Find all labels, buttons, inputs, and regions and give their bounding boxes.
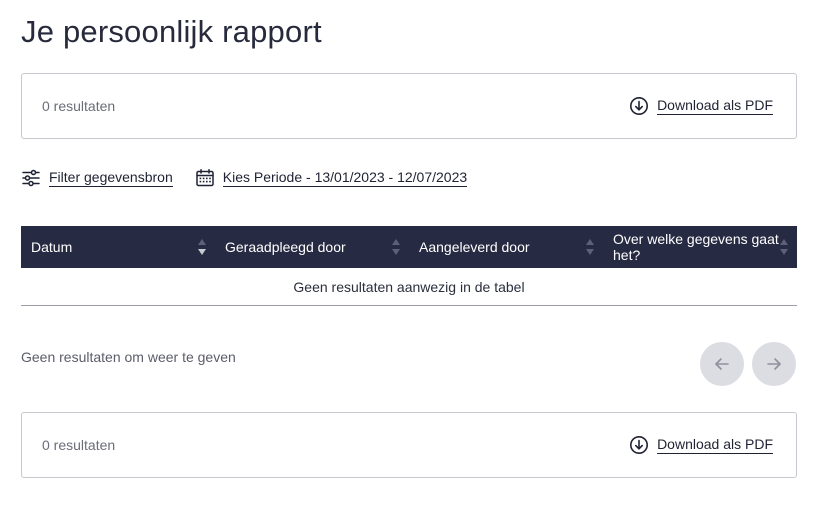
sort-icon — [198, 239, 206, 255]
results-bar-bottom: 0 resultaten Download als PDF — [21, 412, 797, 478]
download-circle-icon — [630, 97, 649, 115]
period-picker-button[interactable]: Kies Periode - 13/01/2023 - 12/07/2023 — [195, 168, 468, 188]
download-pdf-button[interactable]: Download als PDF — [629, 435, 773, 455]
filter-bar: Filter gegevensbron Kies Periode - 13/01… — [21, 168, 489, 188]
results-bar-top: 0 resultaten Download als PDF — [21, 73, 797, 139]
pagination — [700, 342, 796, 386]
next-page-button[interactable] — [752, 342, 796, 386]
column-header-datum[interactable]: Datum — [21, 226, 215, 268]
period-picker-label: Kies Periode - 13/01/2023 - 12/07/2023 — [222, 169, 468, 187]
result-count: 0 resultaten — [42, 437, 116, 453]
page-title: Je persoonlijk rapport — [21, 14, 322, 49]
report-table: Datum Geraadpleegd door Aangeleverd door… — [21, 226, 797, 306]
download-pdf-button[interactable]: Download als PDF — [629, 96, 773, 116]
column-header-label: Over welke gegevens gaat het? — [613, 231, 779, 263]
arrow-left-icon — [715, 358, 729, 370]
table-empty-row: Geen resultaten aanwezig in de tabel — [21, 268, 797, 306]
sort-icon — [586, 239, 594, 255]
column-header-label: Aangeleverd door — [419, 239, 530, 255]
download-pdf-label: Download als PDF — [657, 97, 773, 115]
previous-page-button[interactable] — [700, 342, 744, 386]
column-header-geraadpleegd-door[interactable]: Geraadpleegd door — [215, 226, 409, 268]
table-empty-message: Geen resultaten aanwezig in de tabel — [293, 278, 525, 295]
table-header: Datum Geraadpleegd door Aangeleverd door… — [21, 226, 797, 268]
sliders-icon — [22, 169, 40, 187]
sort-icon — [392, 239, 400, 255]
result-count: 0 resultaten — [42, 98, 116, 114]
filter-source-button[interactable]: Filter gegevensbron — [21, 168, 173, 188]
pagination-info: Geen resultaten om weer te geven — [21, 349, 236, 365]
arrow-right-icon — [767, 358, 781, 370]
column-header-over-welke-gegevens[interactable]: Over welke gegevens gaat het? — [603, 226, 797, 268]
calendar-icon — [196, 169, 214, 187]
sort-icon — [780, 239, 788, 255]
download-circle-icon — [630, 436, 649, 454]
column-header-label: Geraadpleegd door — [225, 239, 346, 255]
filter-source-label: Filter gegevensbron — [49, 169, 173, 187]
download-pdf-label: Download als PDF — [657, 436, 773, 454]
column-header-label: Datum — [31, 239, 73, 255]
column-header-aangeleverd-door[interactable]: Aangeleverd door — [409, 226, 603, 268]
